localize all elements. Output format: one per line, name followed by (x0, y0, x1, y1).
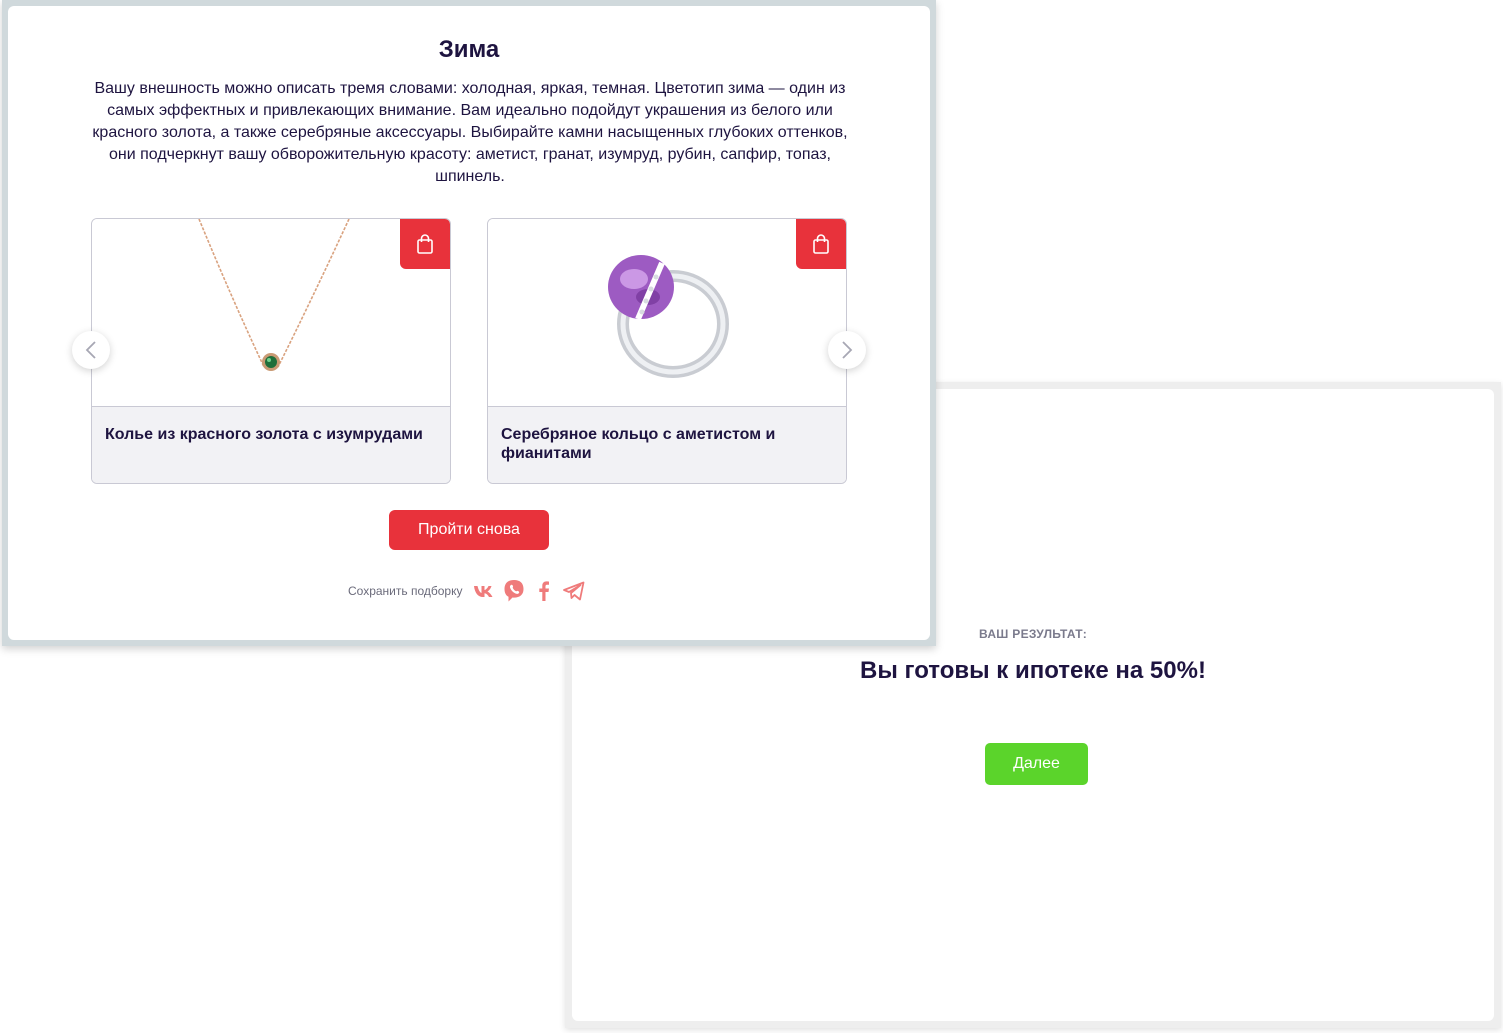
product-image[interactable] (92, 219, 450, 407)
cart-button[interactable] (400, 219, 450, 269)
chevron-right-icon (842, 341, 853, 359)
shopping-bag-icon (417, 234, 433, 254)
carousel-prev-button[interactable] (72, 331, 110, 369)
share-row: Сохранить подборку (348, 579, 591, 603)
chevron-left-icon (85, 341, 96, 359)
facebook-icon[interactable] (531, 579, 557, 603)
vk-icon[interactable] (471, 579, 497, 603)
product-info: Колье из красного золота с изумрудами (92, 407, 450, 483)
viber-icon[interactable] (501, 579, 527, 603)
cart-button[interactable] (796, 219, 846, 269)
quiz-card-frame: Зима Вашу внешность можно описать тремя … (2, 0, 936, 646)
product-image[interactable] (488, 219, 846, 407)
result-description: Вашу внешность можно описать тремя слова… (92, 80, 848, 185)
retry-button[interactable]: Пройти снова (389, 510, 549, 550)
product-info: Серебряное кольцо с аметистом и фианитам… (488, 407, 846, 483)
necklace-image (198, 219, 350, 371)
ring-image (608, 255, 729, 378)
quiz-card: Зима Вашу внешность можно описать тремя … (8, 6, 930, 640)
shopping-bag-icon (813, 234, 829, 254)
share-label: Сохранить подборку (348, 584, 463, 598)
next-button[interactable]: Далее (985, 743, 1088, 785)
product-card[interactable]: Колье из красного золота с изумрудами (91, 218, 451, 484)
carousel-next-button[interactable] (828, 331, 866, 369)
result-title: Вы готовы к ипотеке на 50%! (860, 657, 1206, 684)
product-card[interactable]: Серебряное кольцо с аметистом и фианитам… (487, 218, 847, 484)
product-name[interactable]: Колье из красного золота с изумрудами (105, 425, 437, 444)
page-title: Зима (438, 36, 500, 63)
product-name[interactable]: Серебряное кольцо с аметистом и фианитам… (501, 425, 833, 463)
stage: ВАШ РЕЗУЛЬТАТ: Вы готовы к ипотеке на 50… (0, 0, 1503, 1033)
telegram-icon[interactable] (561, 579, 587, 603)
